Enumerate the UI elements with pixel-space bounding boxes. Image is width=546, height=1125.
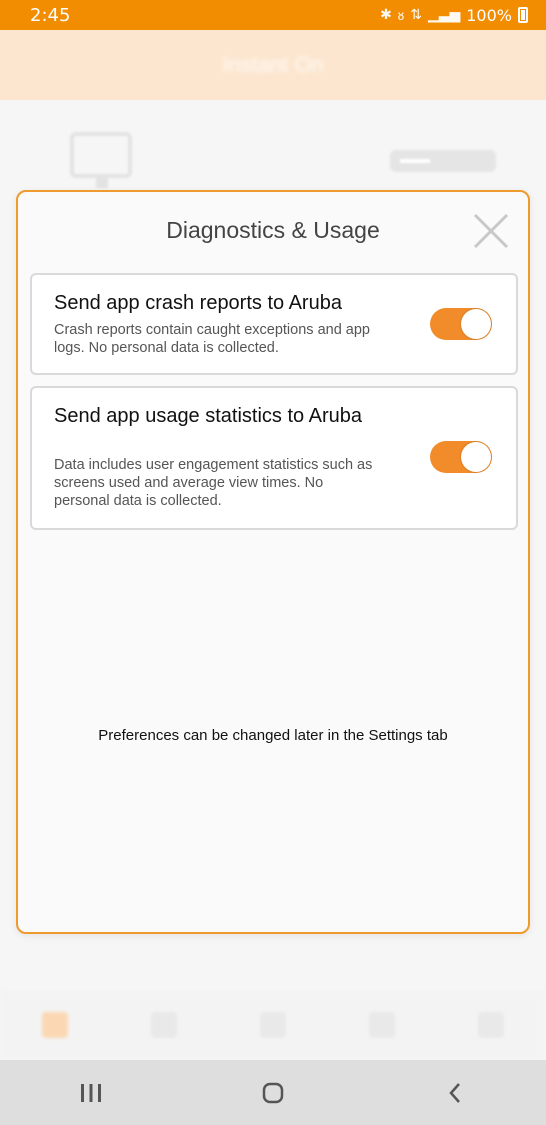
option-description: Data includes user engagement statistics… [54, 457, 373, 509]
signal-icon: ▁▃▅ [427, 7, 461, 23]
dialog-title: Diagnostics & Usage [166, 217, 380, 243]
home-icon[interactable] [243, 1068, 303, 1118]
status-icons: ✱ ᴕ ⇅ ▁▃▅ 100% [380, 6, 528, 25]
background-app-header: Instant On [0, 30, 546, 100]
diagnostics-usage-dialog: Diagnostics & Usage Send app crash repor… [16, 190, 530, 934]
background-app-title: Instant On [222, 52, 324, 77]
preferences-note: Preferences can be changed later in the … [98, 727, 448, 744]
option-title: Send app crash reports to Aruba [54, 292, 342, 314]
option-description: Crash reports contain caught exceptions … [54, 322, 370, 356]
mute-icon: ᴕ [397, 7, 405, 24]
data-icon: ⇅ [410, 7, 422, 23]
toggle-knob [461, 309, 491, 339]
background-tab-bar [0, 990, 546, 1060]
option-title: Send app usage statistics to Aruba [54, 405, 362, 427]
recents-icon[interactable] [61, 1068, 121, 1118]
close-icon[interactable] [470, 210, 512, 252]
status-time: 2:45 [30, 4, 71, 26]
stats-tab-icon [369, 1012, 396, 1038]
devices-tab-icon [259, 1012, 286, 1038]
background-status-pill [390, 150, 496, 172]
more-tab-icon [478, 1012, 505, 1038]
usage-statistics-toggle[interactable] [430, 441, 492, 473]
bluetooth-icon: ✱ [380, 7, 392, 23]
status-bar: 2:45 ✱ ᴕ ⇅ ▁▃▅ 100% [0, 0, 546, 30]
crash-reports-option: Send app crash reports to Aruba Crash re… [30, 273, 518, 375]
system-nav-bar [0, 1060, 546, 1125]
crash-reports-toggle[interactable] [430, 308, 492, 340]
clients-tab-icon [150, 1012, 177, 1038]
home-tab-icon [41, 1012, 68, 1038]
battery-percent: 100% [466, 5, 512, 25]
back-icon[interactable] [425, 1068, 485, 1118]
usage-statistics-option: Send app usage statistics to Aruba Data … [30, 386, 518, 530]
battery-icon [518, 7, 528, 23]
background-device-icon [70, 132, 132, 188]
toggle-knob [461, 442, 491, 472]
